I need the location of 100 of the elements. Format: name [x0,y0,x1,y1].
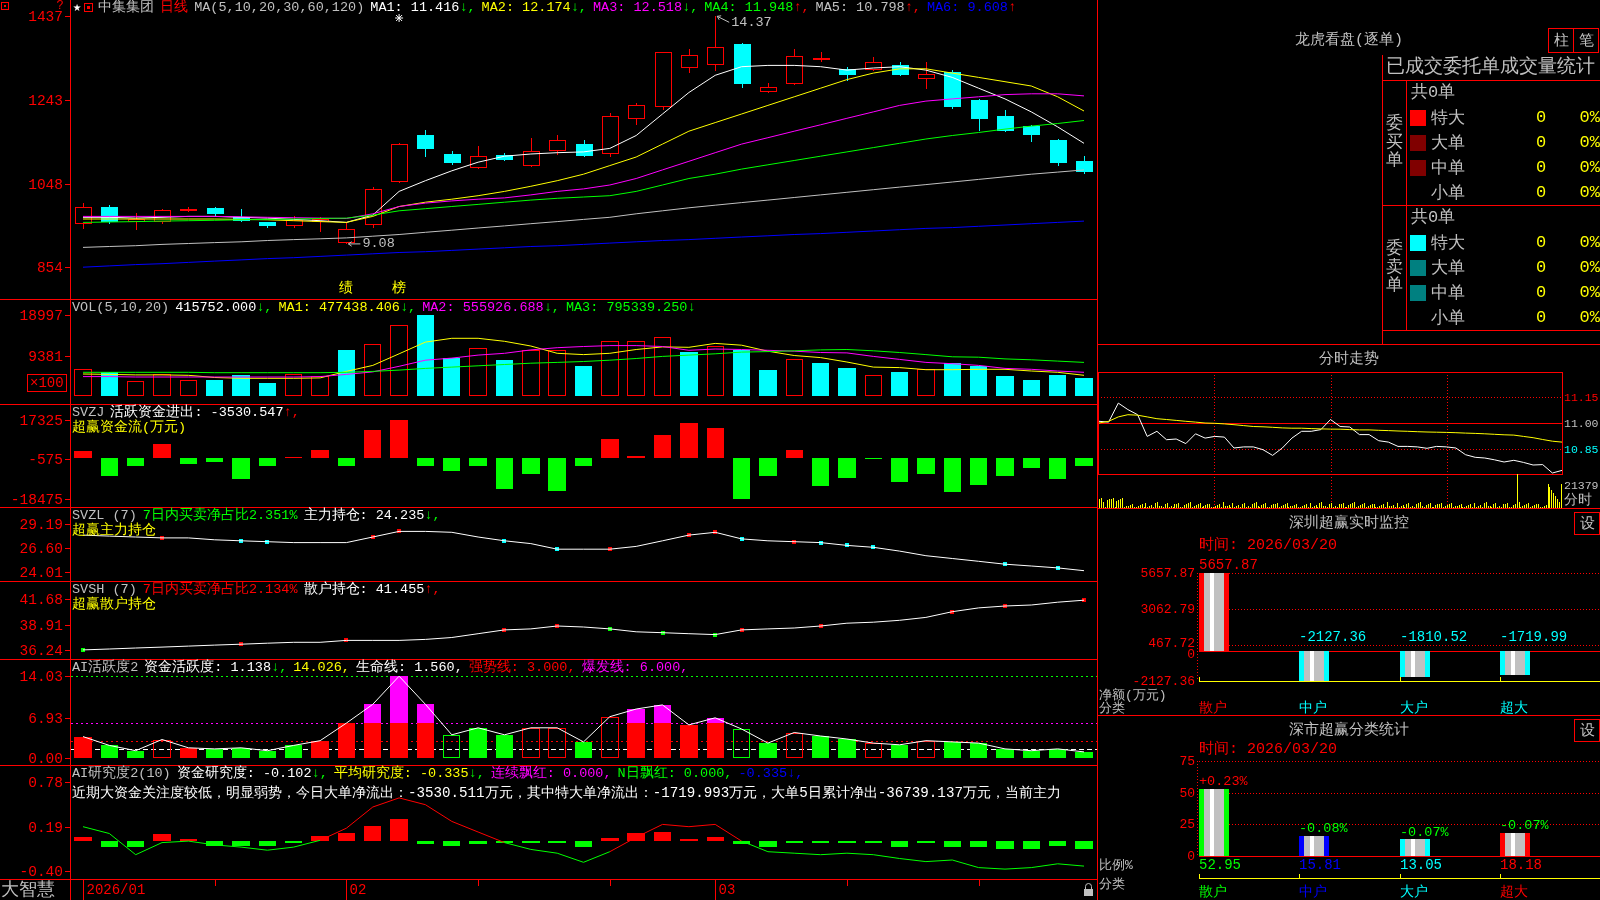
activity-bar [785,732,803,759]
value-label: -2127.36 [1299,629,1367,646]
volume-bar [495,360,514,397]
fund-flow-bar [890,458,909,482]
category-bar [1400,651,1430,677]
legend-text: 活跃资金进出: -3530.547 [110,405,284,420]
indicator-title: 超赢散户持仓 [72,597,156,612]
candlestick [627,102,646,126]
axis-label: 17325 [19,412,63,429]
axis-label: 0.78 [28,774,63,791]
research-bar [890,841,909,848]
fund-flow-bar [364,430,382,459]
research-bar [311,835,329,842]
unit-label: ×100 [27,374,67,392]
trend-arrow: ↓ [687,300,696,315]
candlestick [838,66,857,82]
legend-text: N日飘红: 0.000, [617,766,733,781]
settings-button[interactable]: 设 [1574,719,1600,742]
activity-bar [1022,750,1040,759]
square-marker-icon [1,2,9,10]
order-percent: 0% [1579,308,1600,327]
volume-bar [100,371,119,397]
data-point-marker [81,647,85,652]
volume-bar [917,369,935,397]
axis-title: 分类 [1099,876,1125,892]
axis-label: 50 [1179,786,1195,801]
legend-text: MA6: 9.608 [926,0,1008,15]
table-title: 已成交委托单成交量统计 [1386,56,1595,78]
axis-label: 3062.79 [1140,602,1195,617]
candlestick [1075,155,1094,175]
category-label: 中户 [1299,884,1327,900]
research-bar [1048,841,1067,847]
order-total: 共0单 [1411,83,1456,102]
legend-text: MA4: 11.948 [704,0,794,15]
candlestick [1022,124,1041,143]
volume-bar [74,369,92,397]
research-bar [996,841,1014,849]
volume-bar [258,382,277,397]
activity-bar [495,734,514,759]
candlestick [337,221,356,245]
axis-label: 29.19 [19,516,63,533]
data-point-marker [344,638,349,643]
legend-text: 平均研究度: -0.335 [333,766,469,781]
category-bar [1500,651,1530,676]
legend-text: 中集集团 [98,0,155,15]
change-label: -0.07% [1400,824,1449,840]
axis-label: 26.60 [19,540,63,557]
data-point-marker [739,627,744,632]
side-label: 委卖单 [1386,239,1403,297]
volume-bar [179,379,198,397]
data-point-marker [818,540,823,545]
candlestick [206,206,225,217]
order-size-label: 大单 [1431,258,1465,279]
data-point-marker [239,538,244,543]
candlestick [127,212,146,231]
order-count: 0 [1535,183,1547,202]
axis-label: 6.93 [28,710,63,727]
volume-bar [127,380,145,397]
order-count: 0 [1535,158,1547,177]
research-bar [1022,841,1040,849]
activity-bar [153,739,171,759]
fund-flow-bar [258,458,277,467]
legend-text: MA1: 477438.406 [278,300,400,315]
volume-bar [574,365,593,397]
candlestick [891,61,910,77]
category-label: 超大 [1500,884,1528,900]
candlestick [601,112,620,158]
activity-bar [232,747,250,759]
settings-button[interactable]: 设 [1574,512,1600,535]
section-title: 深市超赢分类统计 [1289,720,1409,739]
axis-label: 36.24 [19,642,63,659]
research-bar [416,841,435,845]
brand-label: 大智慧 [1,880,55,900]
legend-text: MA(5,10,20,30,60,120) [194,0,365,15]
activity-bar [864,743,882,759]
date-label: 03 [718,882,736,898]
lock-icon [1084,883,1093,896]
order-percent: 0% [1579,183,1600,202]
data-point-marker [555,624,560,629]
volume-bar [706,346,724,397]
legend-text: 爆发线: 6.000, [581,660,689,675]
value-label: 52.95 [1199,857,1241,873]
fund-flow-bar [680,423,698,459]
asterisk-icon [394,13,404,23]
fund-flow-bar [759,458,777,477]
data-point-marker [686,533,691,538]
legend-text: 生命线: 1.560, [355,660,463,675]
fund-flow-bar [785,449,803,459]
value-label: 5657.87 [1199,556,1258,573]
candlestick [469,145,488,170]
view-toggle-button[interactable]: 柱 [1548,28,1574,53]
category-bar [1299,651,1329,681]
fund-flow-bar [601,439,619,459]
volume-bar [548,349,566,397]
research-bar [627,833,645,842]
fund-flow-bar [996,458,1014,477]
volume-bar [811,362,830,397]
candlestick [864,56,883,72]
data-point-marker [713,530,718,535]
view-toggle-button[interactable]: 笔 [1573,28,1599,53]
